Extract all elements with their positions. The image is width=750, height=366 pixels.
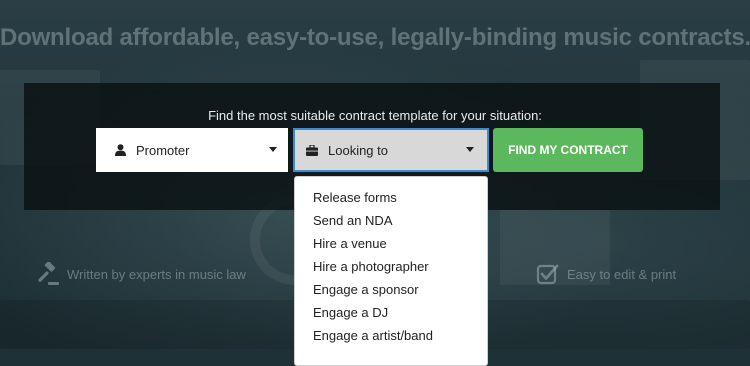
feature-expert-law-text: Written by experts in music law [67,266,246,282]
feature-easy-edit: Easy to edit & print [536,262,676,286]
briefcase-icon [306,144,318,156]
find-contract-button[interactable]: FIND MY CONTRACT [493,128,643,172]
dropdown-option-send-nda[interactable]: Send an NDA [295,209,487,232]
role-select[interactable]: Promoter [96,128,288,172]
feature-expert-law: Written by experts in music law [36,262,246,286]
need-dropdown-menu: Release forms Send an NDA Hire a venue H… [294,176,488,366]
dropdown-option-engage-artist-band[interactable]: Engage a artist/band [295,324,487,347]
need-select-value: Looking to [328,142,388,158]
hero-headline: Download affordable, easy-to-use, legall… [0,24,750,51]
chevron-down-icon [466,147,474,152]
checkbox-icon [536,264,559,285]
feature-easy-edit-text: Easy to edit & print [567,266,677,282]
dropdown-option-engage-dj[interactable]: Engage a DJ [295,301,487,324]
dropdown-option-hire-venue[interactable]: Hire a venue [295,232,487,255]
dropdown-option-release-forms[interactable]: Release forms [295,186,487,209]
chevron-down-icon [269,147,277,152]
dropdown-option-hire-photographer[interactable]: Hire a photographer [295,255,487,278]
user-icon [115,144,126,156]
gavel-icon [38,262,59,285]
search-caption: Find the most suitable contract template… [208,108,542,123]
dropdown-option-engage-sponsor[interactable]: Engage a sponsor [295,278,487,301]
need-select[interactable]: Looking to [293,128,489,172]
role-select-value: Promoter [136,142,190,158]
